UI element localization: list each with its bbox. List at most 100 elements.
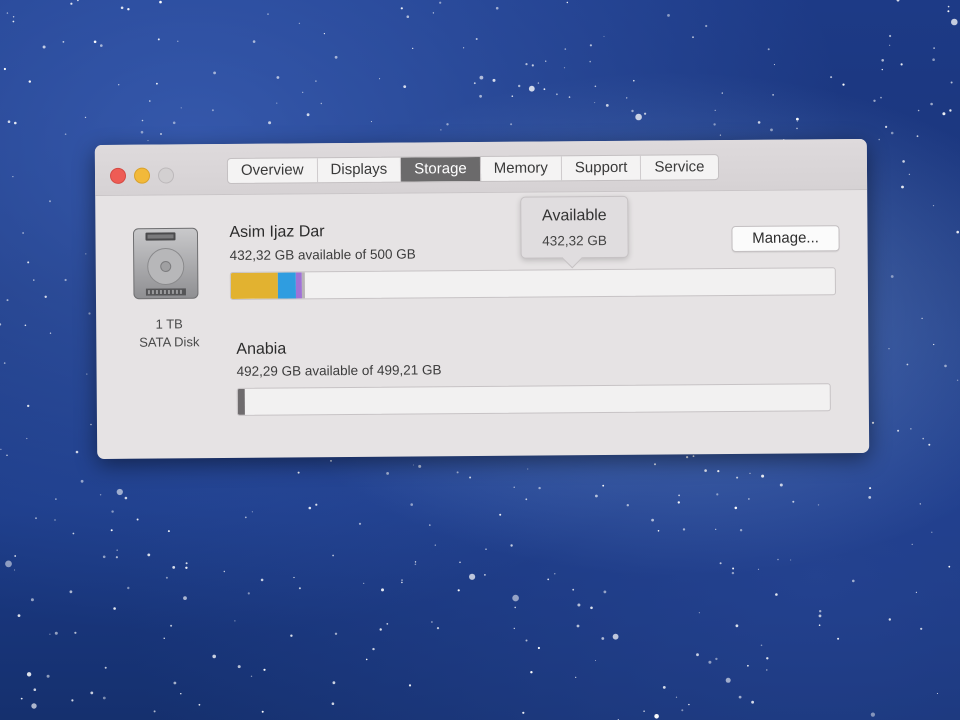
star <box>469 476 472 479</box>
star <box>185 562 188 565</box>
star <box>732 567 735 570</box>
star <box>530 671 533 674</box>
star <box>14 569 16 571</box>
star <box>751 700 754 704</box>
tab-service[interactable]: Service <box>641 155 717 180</box>
star <box>725 677 731 683</box>
disk-type-label: SATA Disk <box>139 334 200 350</box>
star <box>735 624 739 628</box>
star <box>157 38 160 41</box>
tab-overview[interactable]: Overview <box>227 158 318 183</box>
star <box>334 632 338 635</box>
star <box>837 637 840 640</box>
star <box>180 693 182 695</box>
star <box>400 7 403 10</box>
star <box>572 588 575 591</box>
star <box>69 590 73 594</box>
star <box>331 702 335 705</box>
star <box>35 517 37 520</box>
star <box>499 513 502 516</box>
star <box>890 275 894 278</box>
star <box>792 500 795 503</box>
star <box>739 529 743 532</box>
star <box>932 58 935 61</box>
star <box>915 591 918 594</box>
star <box>386 623 389 625</box>
star <box>170 624 173 627</box>
star <box>885 125 888 128</box>
star <box>99 494 102 496</box>
tab-support[interactable]: Support <box>561 155 642 181</box>
star <box>933 47 935 49</box>
star <box>842 83 845 86</box>
star <box>537 646 541 650</box>
star <box>358 522 362 525</box>
star <box>479 94 482 98</box>
star <box>919 503 921 505</box>
star <box>88 312 91 315</box>
star <box>563 67 566 69</box>
star <box>26 437 28 440</box>
star <box>527 468 529 470</box>
star <box>180 107 182 109</box>
star <box>102 555 106 559</box>
star <box>766 669 768 671</box>
star <box>818 624 821 626</box>
star <box>889 44 891 46</box>
star <box>897 429 900 432</box>
star <box>401 579 403 581</box>
star <box>662 686 666 689</box>
star <box>212 654 216 659</box>
minimize-button[interactable] <box>133 167 151 184</box>
star <box>5 560 12 568</box>
star <box>403 85 407 88</box>
star <box>127 8 130 11</box>
star <box>677 501 680 504</box>
star <box>916 135 919 138</box>
star <box>173 681 177 685</box>
star <box>949 109 952 112</box>
star <box>667 14 670 17</box>
volume-1-usage-bar[interactable] <box>229 267 836 300</box>
star <box>54 631 58 635</box>
star <box>446 123 449 126</box>
star <box>365 658 368 661</box>
star <box>779 483 783 487</box>
star <box>605 104 609 107</box>
star <box>414 563 417 566</box>
star <box>93 40 97 44</box>
star <box>159 0 162 4</box>
star <box>127 586 130 590</box>
star <box>412 47 414 50</box>
star <box>796 127 798 130</box>
star <box>830 76 833 79</box>
hard-disk-icon <box>132 227 199 300</box>
star <box>775 593 778 596</box>
star <box>370 121 372 123</box>
star <box>24 324 27 327</box>
volume-2-name: Anabia <box>236 340 287 358</box>
star <box>601 637 605 640</box>
tab-storage[interactable]: Storage <box>401 157 481 182</box>
star <box>124 496 128 500</box>
star <box>911 543 913 546</box>
star <box>302 91 304 93</box>
star <box>595 660 596 661</box>
volume-1-usage-segment <box>277 272 296 299</box>
tab-displays[interactable]: Displays <box>317 157 402 183</box>
manage-button[interactable]: Manage... <box>731 225 840 253</box>
star <box>930 102 933 106</box>
star <box>682 528 686 531</box>
tab-memory[interactable]: Memory <box>480 156 562 182</box>
star <box>223 570 225 573</box>
star <box>922 437 924 440</box>
star <box>330 460 332 462</box>
star <box>484 574 486 576</box>
star <box>120 6 124 10</box>
volume-1-usage-segment <box>301 272 305 299</box>
volume-1-name: Asim Ijaz Dar <box>229 223 325 241</box>
close-button[interactable] <box>109 167 127 184</box>
star <box>473 82 476 85</box>
volume-2-usage-bar[interactable] <box>236 383 831 416</box>
zoom-button[interactable] <box>157 167 175 184</box>
